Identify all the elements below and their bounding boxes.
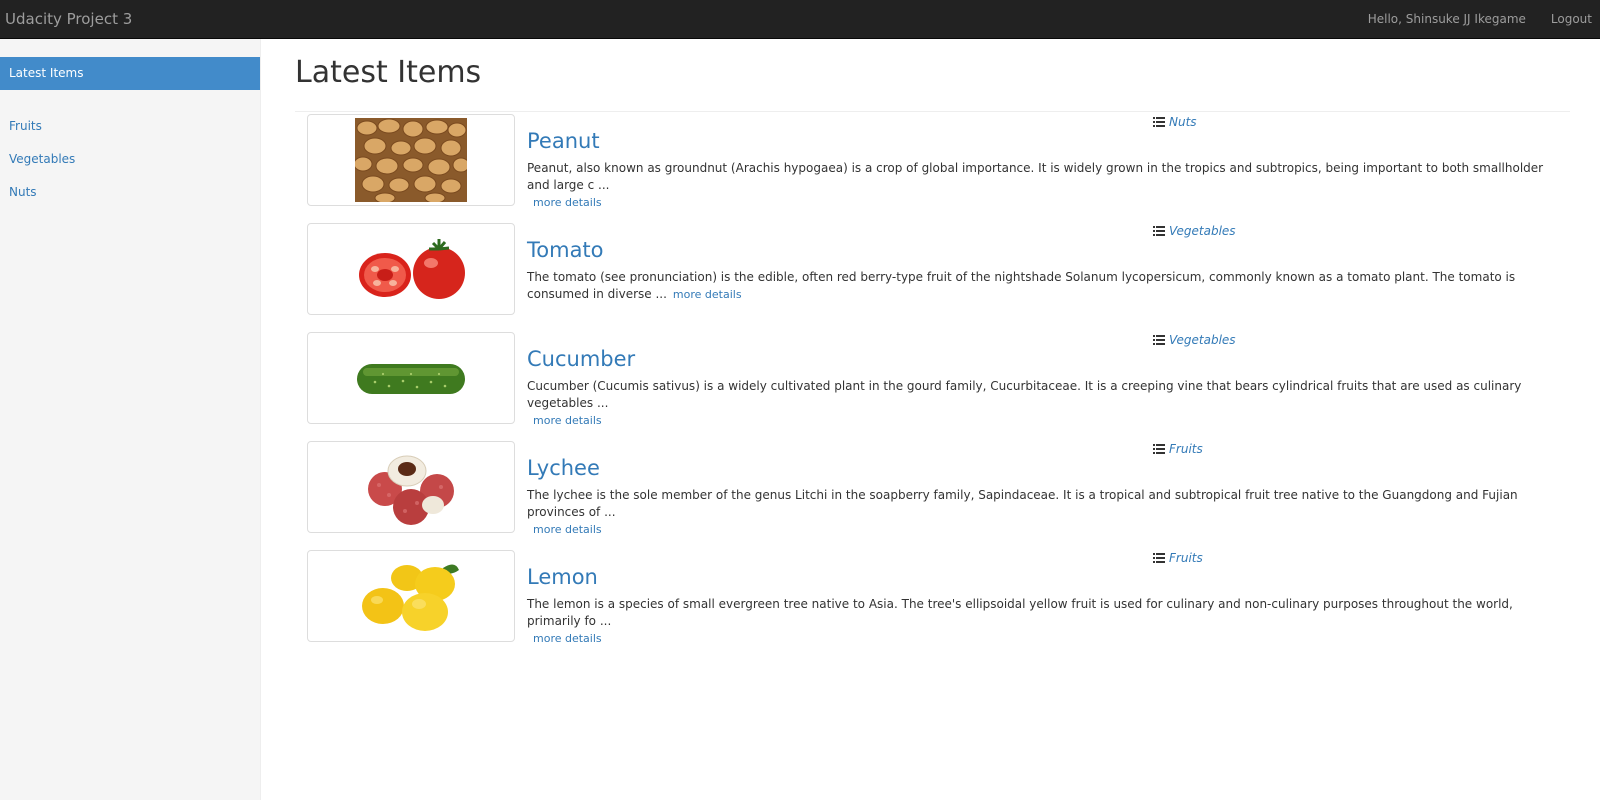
main-content: Latest Items Nuts Peanut Peanut, also kn… [295, 39, 1570, 645]
item-category-link[interactable]: Nuts [1153, 114, 1197, 130]
more-details-link[interactable]: more details [673, 288, 742, 301]
list-icon [1153, 443, 1165, 455]
list-item: Vegetables Tomato The tomato (see pronun… [307, 223, 1567, 315]
list-icon [1153, 116, 1165, 128]
more-details-link[interactable]: more details [533, 523, 602, 536]
tomato-image [359, 239, 465, 299]
sidebar-item-latest-items[interactable]: Latest Items [0, 57, 260, 90]
list-item: Fruits Lychee The lychee is the sole mem… [307, 441, 1567, 536]
item-category-label: Nuts [1169, 115, 1197, 129]
item-category-link[interactable]: Vegetables [1153, 223, 1236, 239]
user-greeting-link[interactable]: Hello, Shinsuke JJ Ikegame [1351, 0, 1534, 39]
item-description-text: Peanut, also known as groundnut (Arachis… [527, 161, 1544, 192]
item-title-link[interactable]: Peanut [527, 128, 600, 154]
sidebar: Latest Items Fruits Vegetables Nuts [0, 39, 261, 800]
item-title-link[interactable]: Cucumber [527, 346, 635, 372]
page-title: Latest Items [295, 55, 482, 90]
list-icon [1153, 552, 1165, 564]
list-icon [1153, 225, 1165, 237]
item-category-label: Fruits [1169, 551, 1203, 565]
item-info: Fruits Lychee The lychee is the sole mem… [527, 441, 1567, 536]
item-description: Cucumber (Cucumis sativus) is a widely c… [527, 378, 1547, 429]
sidebar-category-list: Fruits Vegetables Nuts [0, 110, 260, 209]
brand-link[interactable]: Udacity Project 3 [5, 0, 132, 39]
item-title-link[interactable]: Lychee [527, 455, 600, 481]
top-navbar: Udacity Project 3 Hello, Shinsuke JJ Ike… [0, 0, 1600, 39]
item-thumbnail[interactable] [307, 332, 515, 424]
list-item: Vegetables Cucumber Cucumber (Cucumis sa… [307, 332, 1567, 427]
item-description: The tomato (see pronunciation) is the ed… [527, 269, 1547, 303]
item-thumbnail[interactable] [307, 223, 515, 315]
item-description: The lemon is a species of small evergree… [527, 596, 1547, 647]
item-thumbnail[interactable] [307, 114, 515, 206]
lemon-image [362, 564, 459, 631]
title-divider [295, 111, 1570, 112]
sidebar-item-fruits[interactable]: Fruits [0, 110, 260, 143]
item-category-link[interactable]: Fruits [1153, 550, 1203, 566]
item-thumbnail[interactable] [307, 550, 515, 642]
cucumber-image [357, 364, 465, 394]
item-title-link[interactable]: Tomato [527, 237, 604, 263]
item-category-label: Vegetables [1169, 224, 1236, 238]
more-details-link[interactable]: more details [533, 196, 602, 209]
peanut-image [355, 118, 467, 202]
navbar-right: Hello, Shinsuke JJ Ikegame Logout [1351, 0, 1600, 39]
item-info: Nuts Peanut Peanut, also known as ground… [527, 114, 1567, 209]
more-details-link[interactable]: more details [533, 414, 602, 427]
item-category-label: Vegetables [1169, 333, 1236, 347]
item-description: The lychee is the sole member of the gen… [527, 487, 1547, 538]
item-description: Peanut, also known as groundnut (Arachis… [527, 160, 1547, 211]
item-info: Vegetables Tomato The tomato (see pronun… [527, 223, 1567, 315]
item-category-label: Fruits [1169, 442, 1203, 456]
item-description-text: Cucumber (Cucumis sativus) is a widely c… [527, 379, 1522, 410]
item-description-text: The lemon is a species of small evergree… [527, 597, 1513, 628]
item-title-link[interactable]: Lemon [527, 564, 598, 590]
item-category-link[interactable]: Vegetables [1153, 332, 1236, 348]
logout-link[interactable]: Logout [1534, 0, 1600, 39]
sidebar-item-nuts[interactable]: Nuts [0, 176, 260, 209]
item-info: Fruits Lemon The lemon is a species of s… [527, 550, 1567, 645]
list-icon [1153, 334, 1165, 346]
item-description-text: The lychee is the sole member of the gen… [527, 488, 1518, 519]
item-category-link[interactable]: Fruits [1153, 441, 1203, 457]
item-info: Vegetables Cucumber Cucumber (Cucumis sa… [527, 332, 1567, 427]
lychee-image [368, 455, 454, 525]
list-item: Fruits Lemon The lemon is a species of s… [307, 550, 1567, 645]
list-item: Nuts Peanut Peanut, also known as ground… [307, 114, 1567, 209]
sidebar-item-vegetables[interactable]: Vegetables [0, 143, 260, 176]
item-thumbnail[interactable] [307, 441, 515, 533]
more-details-link[interactable]: more details [533, 632, 602, 645]
